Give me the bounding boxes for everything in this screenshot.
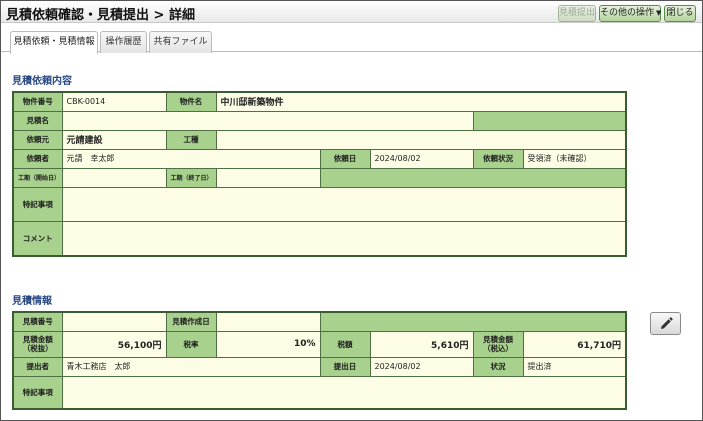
filler-cell: [319, 167, 627, 188]
page-header: 見積依頼確認・見積提出 > 詳細 見積提出 その他の操作 ▼ 閉じる: [1, 1, 702, 23]
value-created-date: [215, 311, 321, 332]
tab-estimate-info[interactable]: 見積依頼・見積情報: [10, 31, 98, 54]
value-tax-rate: 10%: [215, 330, 321, 358]
value-request-date: 2024/08/02: [369, 148, 474, 169]
value-submitter: 青木工務店 太郎: [61, 356, 321, 377]
filler-cell: [472, 110, 627, 131]
value-status: 提出済: [522, 356, 627, 377]
value-request-status: 受領済（未確認）: [522, 148, 627, 169]
value-work-type: [215, 129, 627, 150]
estimate-table: 見積番号 見積作成日 見積金額 （税抜） 56,100円 税率 10% 税額 5,…: [12, 311, 627, 410]
label-amount-incl-line1: 見積金額: [483, 335, 513, 344]
section-title-estimate: 見積情報: [12, 296, 52, 307]
other-operations-label: その他の操作: [600, 8, 655, 18]
label-status: 状況: [472, 356, 524, 377]
label-submitter: 提出者: [12, 356, 63, 377]
value-amount-excl-tax: 56,100円: [61, 330, 167, 358]
request-table: 物件番号 CBK-0014 物件名 中川邸新築物件 見積名 依頼元 元請建設 工…: [12, 91, 628, 257]
value-estimate-no: [61, 311, 167, 332]
label-request-status: 依頼状況: [472, 148, 524, 169]
label-requester: 依頼者: [12, 148, 63, 169]
label-amount-excl-tax: 見積金額 （税抜）: [12, 330, 63, 358]
value-estimate-notes: [61, 375, 627, 410]
other-operations-button[interactable]: その他の操作 ▼: [599, 5, 661, 22]
label-amount-excl-line2: （税抜）: [22, 344, 53, 353]
tab-shared-files[interactable]: 共有ファイル: [149, 31, 212, 53]
pencil-icon: [661, 317, 673, 329]
label-tax-amount: 税額: [319, 330, 371, 358]
edit-estimate-button[interactable]: [650, 312, 681, 335]
label-estimate-notes: 特記事項: [12, 375, 63, 410]
value-submit-date: 2024/08/02: [369, 356, 474, 377]
close-button[interactable]: 閉じる: [664, 5, 696, 22]
label-created-date: 見積作成日: [165, 311, 217, 332]
label-request-date: 依頼日: [319, 148, 371, 169]
value-property-name: 中川邸新築物件: [215, 91, 627, 112]
value-client: 元請建設: [61, 129, 167, 150]
section-title-request: 見積依頼内容: [12, 76, 72, 87]
label-estimate-no: 見積番号: [12, 311, 63, 332]
label-amount-incl-line2: （税込）: [483, 344, 513, 353]
label-tax-rate: 税率: [165, 330, 217, 358]
value-amount-incl-tax: 61,710円: [522, 330, 627, 358]
value-notes: [61, 186, 627, 222]
label-submit-date: 提出日: [319, 356, 371, 377]
value-property-no: CBK-0014: [61, 91, 167, 112]
label-notes: 特記事項: [12, 186, 63, 222]
label-work-type: 工種: [165, 129, 217, 150]
value-end-date: [215, 167, 321, 188]
label-start-date: 工期（開始日）: [12, 167, 63, 188]
label-end-date: 工期（終了日）: [165, 167, 217, 188]
label-property-name: 物件名: [165, 91, 217, 112]
caret-down-icon: ▼: [656, 9, 662, 17]
page-title: 見積依頼確認・見積提出 > 詳細: [6, 8, 195, 23]
label-comment: コメント: [12, 220, 63, 257]
value-start-date: [61, 167, 167, 188]
label-estimate-name: 見積名: [12, 110, 63, 131]
tab-operation-history[interactable]: 操作履歴: [100, 31, 147, 53]
label-property-no: 物件番号: [12, 91, 63, 112]
label-amount-excl-line1: 見積金額: [22, 335, 53, 344]
tab-bar: 見積依頼・見積情報 操作履歴 共有ファイル: [1, 23, 702, 54]
label-client: 依頼元: [12, 129, 63, 150]
label-amount-incl-tax: 見積金額 （税込）: [472, 330, 524, 358]
value-comment: [61, 220, 627, 257]
filler-cell: [319, 311, 627, 332]
submit-estimate-button[interactable]: 見積提出: [558, 5, 596, 22]
value-estimate-name: [61, 110, 474, 131]
value-requester: 元請 幸太郎: [61, 148, 321, 169]
value-tax-amount: 5,610円: [369, 330, 474, 358]
